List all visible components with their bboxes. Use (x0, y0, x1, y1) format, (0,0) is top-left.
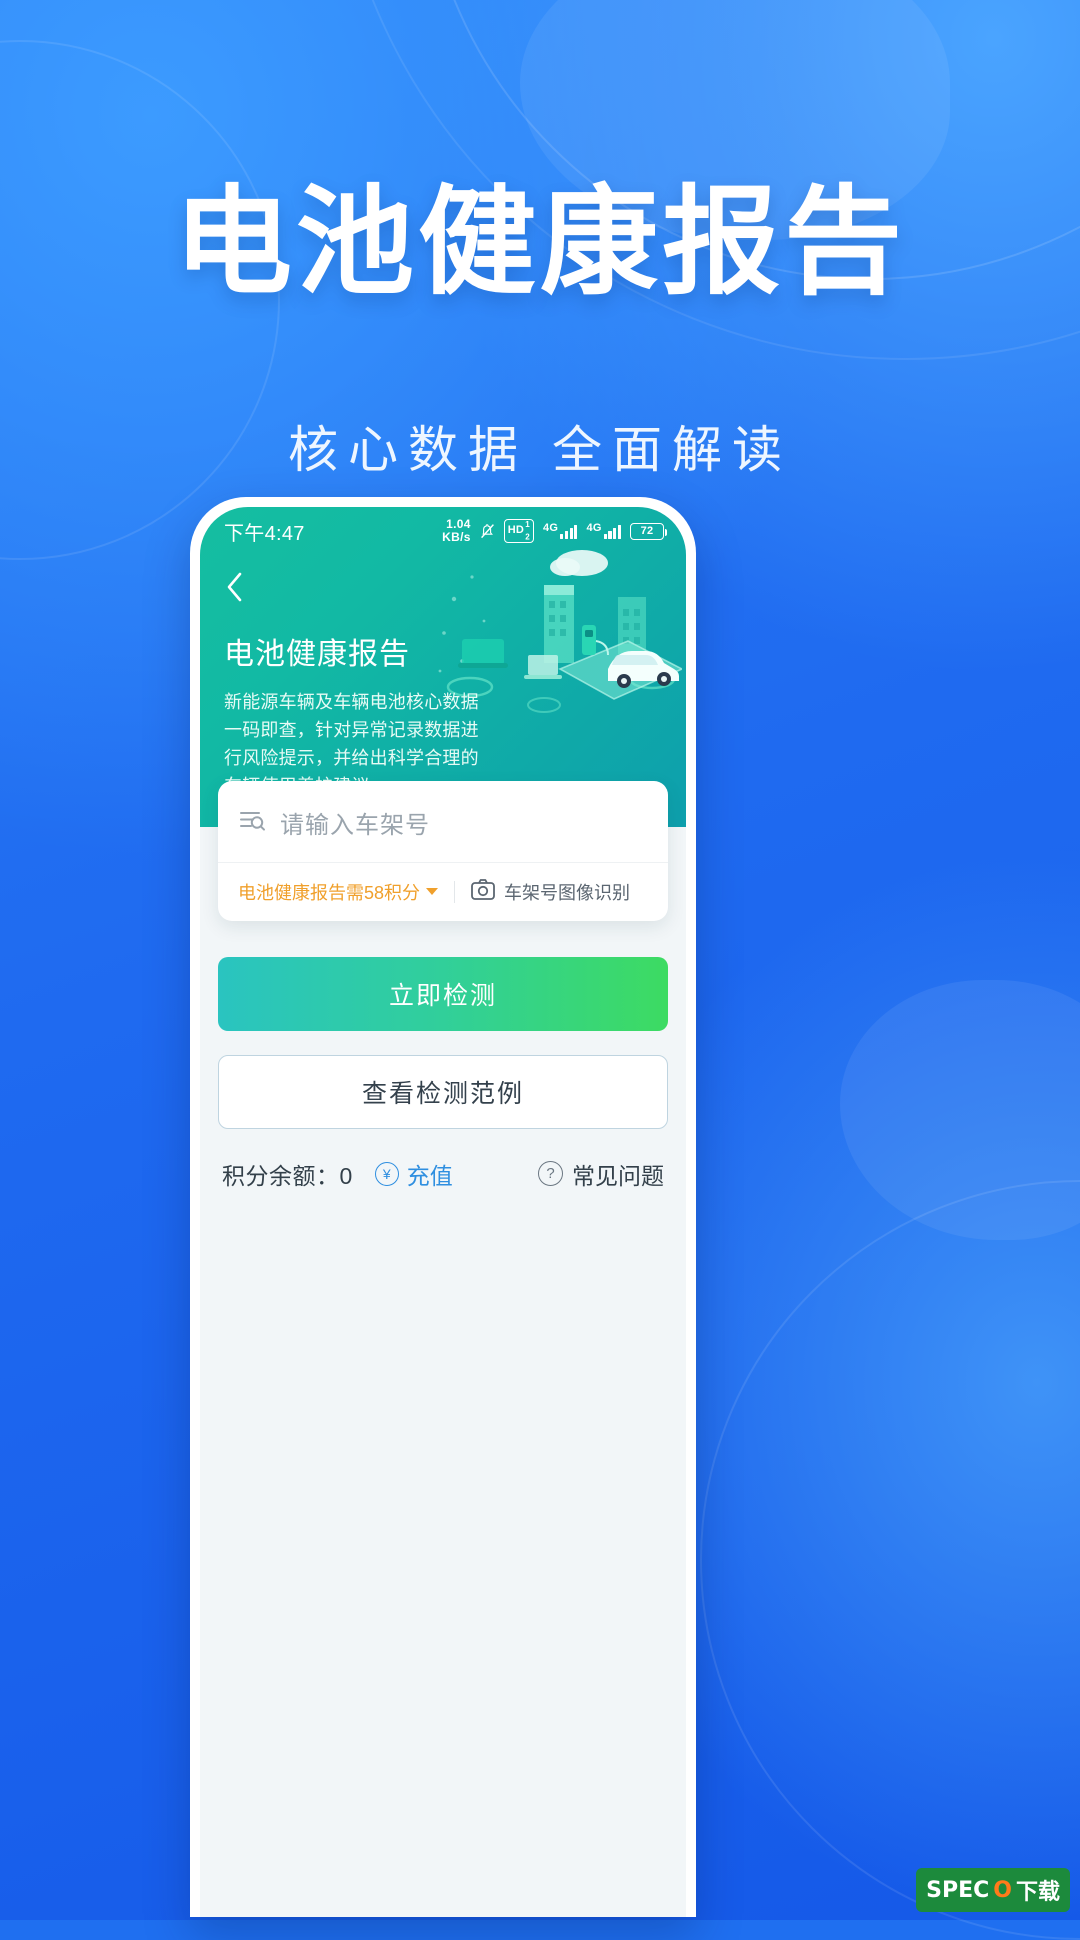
vin-input[interactable]: 请输入车架号 (280, 805, 430, 840)
promo-subheadline: 核心数据 全面解读 (288, 422, 792, 478)
vin-input-row[interactable]: 请输入车架号 (218, 781, 668, 863)
watermark-text-b: 下载 (1015, 1880, 1060, 1905)
phone-mockup: 下午4:47 1.04 KB/s HD 1 2 4G 4G 72 电池健康报告 … (190, 497, 696, 1917)
page-title: 电池健康报告 (224, 638, 410, 671)
promo-headline: 电池健康报告 (173, 177, 906, 309)
points-cost-label: 电池健康报告需58积分 (238, 882, 421, 903)
decor-blob-2 (840, 980, 1080, 1240)
points-balance-label: 积分余额：0 (222, 1162, 353, 1189)
vin-ocr-button[interactable]: 车架号图像识别 (471, 878, 631, 905)
search-list-icon (238, 806, 266, 839)
vin-search-card: 请输入车架号 电池健康报告需58积分 车架号图像识别 (218, 780, 668, 921)
back-button[interactable] (224, 563, 268, 611)
watermark: SPEC O 下载 (916, 1868, 1070, 1912)
points-cost-dropdown[interactable]: 电池健康报告需58积分 (238, 879, 439, 905)
faq-label: 常见问题 (572, 1162, 664, 1189)
divider (454, 880, 456, 903)
status-time: 下午4:47 (224, 522, 305, 545)
faq-button[interactable]: ? 常见问题 (538, 1157, 664, 1191)
footer-row: 积分余额：0 ¥ 充值 ? 常见问题 (200, 1129, 686, 1191)
decor-arc-4 (700, 1180, 1080, 1940)
question-circle-icon: ? (538, 1161, 563, 1187)
hd-sup: 1 (525, 519, 530, 529)
phone-screen: 下午4:47 1.04 KB/s HD 1 2 4G 4G 72 电池健康报告 … (200, 507, 686, 1917)
start-detection-button[interactable]: 立即检测 (218, 956, 668, 1031)
watermark-text-o: O (993, 1877, 1012, 1903)
coin-icon: ¥ (374, 1161, 399, 1186)
caret-down-icon (426, 888, 439, 896)
recharge-button[interactable]: ¥ 充值 (374, 1157, 453, 1191)
view-sample-report-button[interactable]: 查看检测范例 (218, 1054, 668, 1129)
vin-meta-row: 电池健康报告需58积分 车架号图像识别 (218, 863, 668, 921)
chevron-left-icon (227, 572, 242, 602)
hero-banner: 下午4:47 1.04 KB/s HD 1 2 4G 4G 72 电池健康报告 … (200, 507, 686, 827)
watermark-text-a: SPEC (926, 1877, 990, 1903)
recharge-label: 充值 (406, 1162, 453, 1189)
vin-ocr-label: 车架号图像识别 (504, 882, 631, 903)
camera-icon (471, 878, 495, 905)
